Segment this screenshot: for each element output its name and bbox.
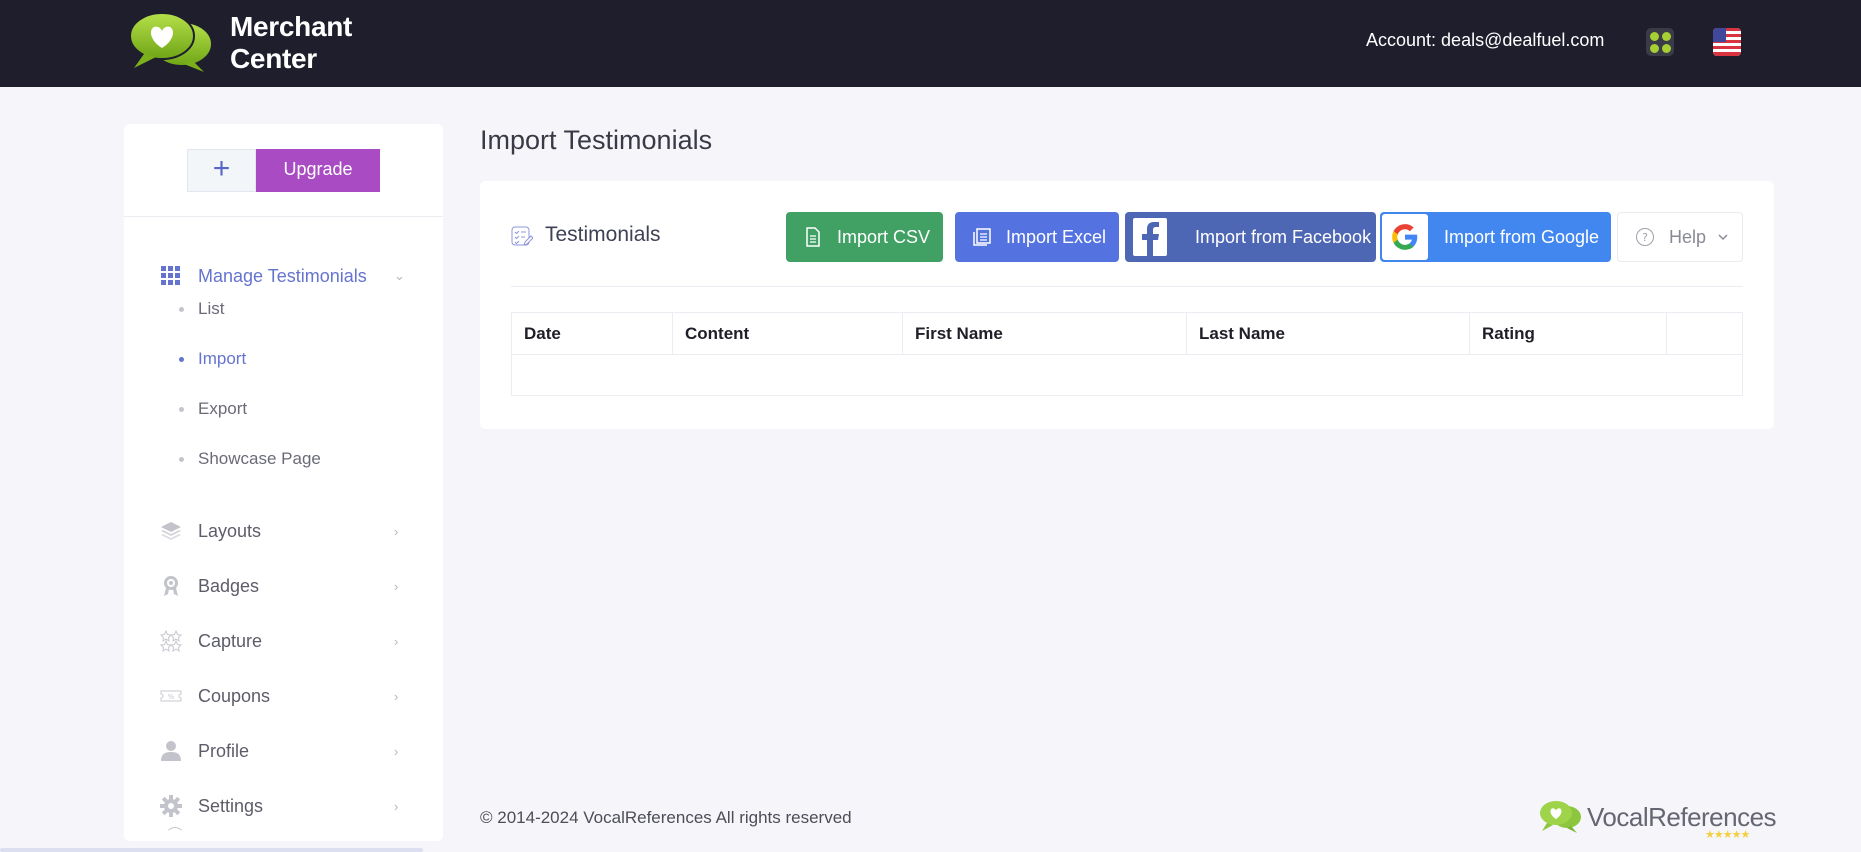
help-dropdown-button[interactable]: ? Help [1617, 212, 1743, 262]
chevron-right-icon: › [394, 688, 399, 704]
chevron-right-icon: › [394, 633, 399, 649]
user-icon [161, 741, 181, 761]
sidebar-item-capture[interactable]: Capture › [124, 621, 443, 661]
chevron-right-icon: › [394, 578, 399, 594]
sidebar-item-layouts[interactable]: Layouts › [124, 511, 443, 551]
divider [511, 286, 1743, 287]
sidebar-subitem-list[interactable]: List [124, 292, 443, 326]
brand-line-2: Center [230, 42, 317, 74]
column-header-rating[interactable]: Rating [1469, 312, 1667, 355]
copyright-text: © 2014-2024 VocalReferences All rights r… [480, 808, 852, 827]
column-header-date[interactable]: Date [511, 312, 673, 355]
stars-icon [160, 630, 182, 652]
question-circle-icon: ? [1636, 228, 1654, 246]
bullet-icon [179, 456, 184, 462]
facebook-icon [1133, 218, 1167, 256]
account-label[interactable]: Account: deals@dealfuel.com [1366, 30, 1604, 51]
chevron-right-icon: › [394, 523, 399, 539]
sidebar-item-settings[interactable]: Settings › [124, 786, 443, 826]
import-excel-button[interactable]: Import Excel [955, 212, 1119, 262]
sidebar-subitem-export[interactable]: Export [124, 392, 443, 426]
google-icon [1382, 214, 1428, 260]
us-flag-icon[interactable] [1713, 28, 1741, 56]
table-header-row: Date Content First Name Last Name Rating [511, 312, 1743, 355]
page-title: Import Testimonials [480, 125, 713, 155]
testimonials-table: Date Content First Name Last Name Rating [511, 312, 1743, 396]
sidebar-item-label: Capture [198, 630, 263, 651]
sidebar-item-label: Badges [198, 575, 260, 596]
sidebar-item-manage-testimonials[interactable]: Manage Testimonials ⌄ [124, 256, 443, 296]
column-header-content[interactable]: Content [672, 312, 903, 355]
coupon-icon: % [160, 690, 182, 702]
table-empty-row [511, 354, 1743, 396]
chat-heart-logo-icon [129, 12, 213, 72]
help-label: Help [1669, 226, 1707, 247]
column-header-first-name[interactable]: First Name [902, 312, 1187, 355]
sidebar-item-label: Profile [198, 740, 250, 761]
horizontal-scrollbar[interactable] [0, 848, 423, 852]
more-items-icon: ⌒ [168, 826, 182, 842]
grid-icon [161, 266, 180, 285]
chevron-down-icon [1718, 234, 1728, 241]
column-header-last-name[interactable]: Last Name [1186, 312, 1470, 355]
five-stars-icon: ★★★★★ [1705, 829, 1750, 841]
sidebar-subitem-import[interactable]: Import [124, 342, 443, 376]
sidebar-subitem-label: List [198, 299, 225, 318]
import-google-button[interactable]: Import from Google [1380, 212, 1611, 262]
sidebar-item-label: Layouts [198, 520, 262, 541]
sidebar-item-label: Settings [198, 795, 264, 816]
bullet-icon [179, 306, 184, 312]
import-excel-label: Import Excel [1006, 226, 1107, 247]
vocalreferences-logo[interactable]: VocalReferences ★★★★★ [1537, 799, 1777, 841]
document-icon [806, 227, 820, 247]
sidebar: + Upgrade Manage Testimonials ⌄ List Imp… [124, 124, 443, 842]
sidebar-actions: + Upgrade [124, 124, 443, 217]
column-header-actions [1666, 312, 1743, 355]
brand-line-1: Merchant [230, 10, 353, 42]
card-title: Testimonials [545, 223, 661, 246]
apps-grid-icon[interactable] [1646, 28, 1674, 56]
sidebar-item-badges[interactable]: Badges › [124, 566, 443, 606]
import-csv-label: Import CSV [837, 226, 931, 247]
checklist-edit-icon [511, 226, 533, 246]
sidebar-item-label: Coupons [198, 685, 271, 706]
svg-text:%: % [168, 693, 175, 701]
top-navbar: Merchant Center Account: deals@dealfuel.… [0, 0, 1861, 87]
sidebar-subitem-showcase-page[interactable]: Showcase Page [124, 442, 443, 476]
svg-text:?: ? [1642, 231, 1648, 244]
import-facebook-label: Import from Facebook [1195, 226, 1372, 247]
sidebar-item-coupons[interactable]: % Coupons › [124, 676, 443, 716]
sidebar-subitem-label: Import [198, 349, 247, 368]
bullet-icon [179, 356, 184, 362]
add-button[interactable]: + [187, 149, 256, 192]
sidebar-item-profile[interactable]: Profile › [124, 731, 443, 771]
layers-icon [161, 522, 181, 540]
chat-heart-logo-icon [1540, 801, 1581, 833]
chevron-down-icon: ⌄ [394, 268, 405, 283]
upgrade-button[interactable]: Upgrade [256, 149, 380, 192]
merchant-center-logo[interactable]: Merchant Center [124, 10, 352, 75]
sidebar-subitem-label: Showcase Page [198, 449, 321, 468]
bullet-icon [179, 406, 184, 412]
import-google-label: Import from Google [1444, 226, 1600, 247]
chevron-right-icon: › [394, 743, 399, 759]
sidebar-item-label: Manage Testimonials [198, 265, 367, 286]
copy-document-icon [973, 228, 991, 246]
gear-icon [160, 795, 182, 817]
import-facebook-button[interactable]: Import from Facebook [1125, 212, 1376, 262]
sidebar-subitem-label: Export [198, 399, 248, 418]
import-csv-button[interactable]: Import CSV [786, 212, 943, 262]
chevron-right-icon: › [394, 798, 399, 814]
badge-icon [164, 576, 178, 596]
testimonials-card: Testimonials Import CSV Import Excel Imp… [480, 181, 1774, 429]
